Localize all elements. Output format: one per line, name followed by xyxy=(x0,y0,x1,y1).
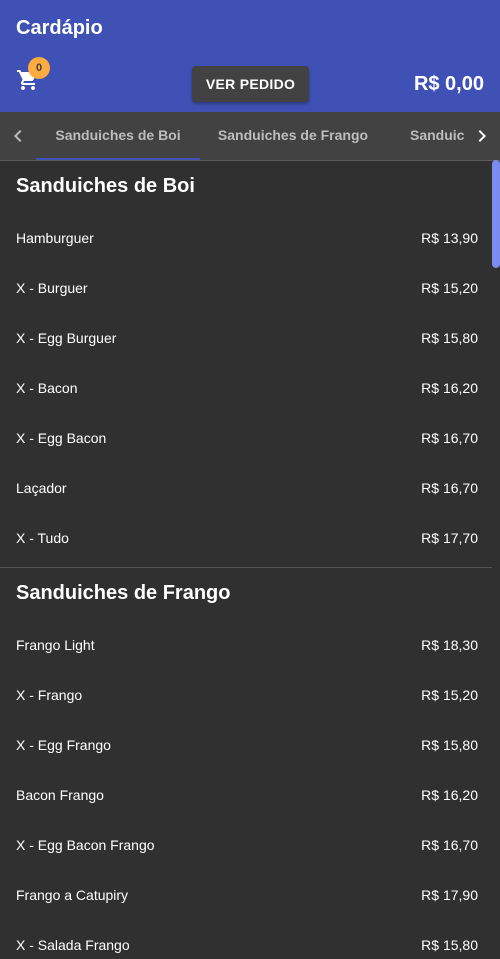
list-item[interactable]: Hamburguer R$ 13,90 xyxy=(0,216,492,266)
item-price: R$ 16,20 xyxy=(421,380,478,396)
item-price: R$ 15,20 xyxy=(421,687,478,703)
chevron-left-icon xyxy=(14,130,22,142)
item-price: R$ 16,20 xyxy=(421,787,478,803)
section-title-boi: Sanduiches de Boi xyxy=(16,175,195,197)
category-tabs: Sanduiches de Boi Sanduiches de Frango S… xyxy=(0,112,500,160)
menu-list: Sanduiches de Boi Hamburguer R$ 13,90 X … xyxy=(0,161,500,959)
item-name: Frango a Catupiry xyxy=(16,887,129,903)
view-order-button[interactable]: VER PEDIDO xyxy=(192,66,309,102)
section-title-frango: Sanduiches de Frango xyxy=(16,582,231,604)
item-price: R$ 15,80 xyxy=(421,330,478,346)
item-name: X - Egg Bacon xyxy=(16,430,107,446)
list-item[interactable]: X - Frango R$ 15,20 xyxy=(0,673,492,723)
item-name: Frango Light xyxy=(16,637,95,653)
item-name: Hamburguer xyxy=(16,230,94,246)
tabs-scroll-left-button[interactable] xyxy=(0,112,36,160)
list-item[interactable]: X - Tudo R$ 17,70 xyxy=(0,516,492,566)
item-name: X - Frango xyxy=(16,687,83,703)
section-divider xyxy=(0,567,492,568)
item-name: Laçador xyxy=(16,480,67,496)
item-price: R$ 15,20 xyxy=(421,280,478,296)
item-price: R$ 16,70 xyxy=(421,430,478,446)
page-title: Cardápio xyxy=(16,17,103,39)
list-item[interactable]: X - Egg Bacon R$ 16,70 xyxy=(0,416,492,466)
tab-sanduiches-de-frango[interactable]: Sanduiches de Frango xyxy=(200,112,386,160)
list-item[interactable]: X - Egg Bacon Frango R$ 16,70 xyxy=(0,823,492,873)
list-item[interactable]: X - Egg Frango R$ 15,80 xyxy=(0,723,492,773)
tab-sanduiches[interactable]: Sanduiches xyxy=(410,112,464,160)
item-price: R$ 16,70 xyxy=(421,837,478,853)
list-item[interactable]: Frango Light R$ 18,30 xyxy=(0,623,492,673)
item-name: Bacon Frango xyxy=(16,787,104,803)
app-header: Cardápio 0 VER PEDIDO R$ 0,00 xyxy=(0,0,500,112)
tab-sanduiches-de-boi[interactable]: Sanduiches de Boi xyxy=(36,112,200,160)
item-name: X - Bacon xyxy=(16,380,78,396)
list-item[interactable]: X - Egg Burguer R$ 15,80 xyxy=(0,316,492,366)
cart-count-badge: 0 xyxy=(28,57,50,79)
scrollbar[interactable] xyxy=(492,160,500,959)
item-name: X - Burguer xyxy=(16,280,88,296)
list-item[interactable]: X - Bacon R$ 16,20 xyxy=(0,366,492,416)
tab-strip: Sanduiches de Boi Sanduiches de Frango S… xyxy=(36,112,464,160)
list-item[interactable]: Bacon Frango R$ 16,20 xyxy=(0,773,492,823)
item-name: X - Tudo xyxy=(16,530,69,546)
item-price: R$ 16,70 xyxy=(421,480,478,496)
order-total: R$ 0,00 xyxy=(413,73,484,95)
item-price: R$ 15,80 xyxy=(421,737,478,753)
item-name: X - Egg Burguer xyxy=(16,330,117,346)
item-price: R$ 17,70 xyxy=(421,530,478,546)
item-price: R$ 17,90 xyxy=(421,887,478,903)
item-name: X - Egg Frango xyxy=(16,737,111,753)
item-price: R$ 13,90 xyxy=(421,230,478,246)
list-item[interactable]: X - Burguer R$ 15,20 xyxy=(0,266,492,316)
item-name: X - Salada Frango xyxy=(16,937,130,953)
item-price: R$ 15,80 xyxy=(421,937,478,953)
chevron-right-icon xyxy=(478,130,486,142)
item-price: R$ 18,30 xyxy=(421,637,478,653)
tabs-scroll-right-button[interactable] xyxy=(464,112,500,160)
list-item[interactable]: Laçador R$ 16,70 xyxy=(0,466,492,516)
scrollbar-thumb[interactable] xyxy=(492,160,500,268)
item-name: X - Egg Bacon Frango xyxy=(16,837,155,853)
list-item[interactable]: Frango a Catupiry R$ 17,90 xyxy=(0,873,492,923)
list-item[interactable]: X - Salada Frango R$ 15,80 xyxy=(0,923,492,959)
